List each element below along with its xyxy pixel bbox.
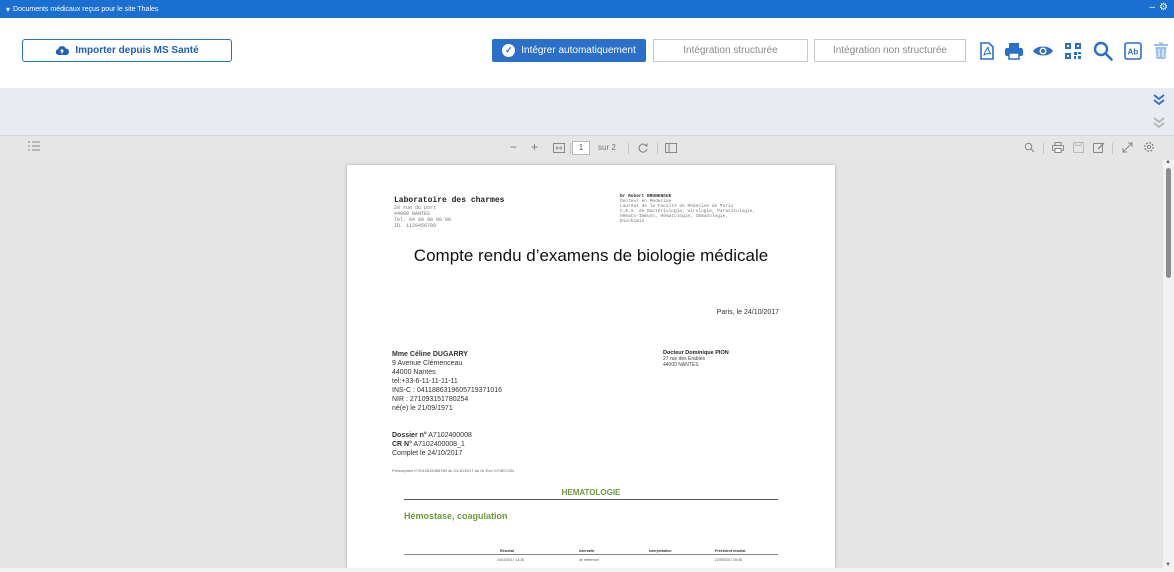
zoom-out-button[interactable]: − xyxy=(510,140,517,154)
table-divider xyxy=(404,554,778,555)
lab-address-line: ID. 1120456789 xyxy=(394,223,437,229)
page-view-icon[interactable] xyxy=(665,143,677,155)
toolbar-separator xyxy=(570,143,571,154)
patient-ins: INS-C : 0411886319605719371016 xyxy=(392,387,503,394)
title-bar: ▾ Documents médicaux reçus pour le site … xyxy=(0,0,1174,18)
cr-value: A7102400008_1 xyxy=(411,441,465,448)
window-title: Documents médicaux reçus pour le site Th… xyxy=(13,5,159,13)
page-total-label: sur 2 xyxy=(598,143,616,152)
table-header-precedent: Précédent résultat xyxy=(715,549,746,553)
viewer-settings-icon[interactable] xyxy=(1143,141,1155,155)
rotate-icon[interactable] xyxy=(637,142,649,156)
scroll-up-icon[interactable]: ▲ xyxy=(1165,159,1171,165)
table-header-intervalle: Intervalle xyxy=(579,549,595,553)
section-divider xyxy=(404,499,778,500)
settings-icon[interactable]: ⚙ xyxy=(1159,2,1168,14)
viewer-search-icon[interactable] xyxy=(1024,142,1035,155)
dossier-label: Dossier n° xyxy=(392,432,427,439)
patient-address: 9 Avenue Clémenceau xyxy=(392,360,463,367)
print-icon[interactable] xyxy=(1003,40,1025,62)
dossier-value: A7102400008 xyxy=(426,432,472,439)
lab-address: 28 rue du port 44000 NANTES Tel. 04 00 0… xyxy=(394,205,451,229)
integrate-unstructured-button[interactable]: Intégration non structurée xyxy=(814,39,966,62)
pdf-icon[interactable] xyxy=(976,40,998,62)
lab-name: Laboratoire des charmes xyxy=(394,196,505,205)
import-label: Importer depuis MS Santé xyxy=(75,45,199,56)
vertical-scrollbar[interactable]: ▲ ▼ xyxy=(1163,159,1174,568)
fullscreen-icon[interactable] xyxy=(1122,142,1133,155)
pdf-viewer-toolbar: − + 1 sur 2 xyxy=(0,135,1174,160)
integrate-auto-label: Intégrer automatiquement xyxy=(521,45,636,56)
patient-nir: NIR : 271093151780254 xyxy=(392,396,469,403)
viewer-annotate-icon[interactable] xyxy=(1093,142,1105,155)
pdf-viewer-canvas[interactable]: Laboratoire des charmes 28 rue du port 4… xyxy=(20,160,1163,568)
doctor-header-line: Biochimie xyxy=(620,219,645,224)
app-window: ▾ Documents médicaux reçus pour le site … xyxy=(0,0,1174,572)
patient-block: Mme Céline DUGARRY 9 Avenue Clémenceau 4… xyxy=(392,350,502,413)
document-date: Paris, le 24/10/2017 xyxy=(716,309,779,316)
toolbar: Importer depuis MS Santé ✓ Intégrer auto… xyxy=(0,18,1174,88)
scrollbar-thumb[interactable] xyxy=(1166,168,1171,278)
table-cell-resultat-date: 24/10/2017 14:30 xyxy=(497,558,525,562)
import-ms-sante-button[interactable]: Importer depuis MS Santé xyxy=(22,39,232,62)
table-cell-precedent-date: 22/09/2017 09:45 xyxy=(715,558,743,562)
section-hemostase: Hémostase, coagulation xyxy=(404,511,508,521)
page-number-input[interactable]: 1 xyxy=(572,141,590,155)
minimize-button[interactable]: – xyxy=(1149,2,1155,14)
dossier-block: Dossier n° A7102400008 CR N° A7102400008… xyxy=(392,431,472,458)
trash-icon[interactable] xyxy=(1150,40,1172,62)
patient-tel: tel:+33-6-11-11-11-11 xyxy=(392,378,458,385)
eye-icon[interactable] xyxy=(1032,40,1054,62)
doctor-header: Dr Robert BRUNENGUE Docteur en Médecine … xyxy=(620,194,785,224)
table-header-interpretation: Interprétation xyxy=(649,549,672,553)
ab-text-icon[interactable]: Ab xyxy=(1122,40,1144,62)
qr-code-icon[interactable] xyxy=(1062,40,1084,62)
patient-city: 44000 Nantes xyxy=(392,369,436,376)
outline-toggle-icon[interactable] xyxy=(28,141,40,153)
viewer-print-icon[interactable] xyxy=(1052,142,1064,155)
document-page: Laboratoire des charmes 28 rue du port 4… xyxy=(347,165,835,568)
toolbar-separator xyxy=(657,143,658,154)
cloud-upload-icon xyxy=(56,46,70,55)
window-icon: ▾ xyxy=(6,4,11,14)
document-title: Compte rendu d’examens de biologie médic… xyxy=(413,246,769,265)
integrate-auto-button[interactable]: ✓ Intégrer automatiquement xyxy=(492,39,646,62)
section-hematologie: HEMATOLOGIE xyxy=(561,488,621,497)
patient-birthdate: né(e) le 21/09/1971 xyxy=(392,405,453,412)
doctor-city: 44000 NANTES xyxy=(663,362,699,368)
integrate-structured-button[interactable]: Intégration structurée xyxy=(653,39,808,62)
table-header-resultat: Résultat xyxy=(500,549,514,553)
patient-name: Mme Céline DUGARRY xyxy=(392,351,468,358)
complet-date: Complet le 24/10/2017 xyxy=(392,450,463,457)
doctor-block: Docteur Dominique PION 27 rue des Erable… xyxy=(663,350,729,368)
svg-text:Ab: Ab xyxy=(1128,48,1139,57)
table-cell-intervalle: de référence xyxy=(579,558,599,562)
zoom-in-button[interactable]: + xyxy=(531,140,538,154)
toolbar-separator xyxy=(1112,143,1113,154)
viewer-gutter xyxy=(0,160,20,568)
prescription-line: Prescription n°2010515456789 du 21/10/20… xyxy=(392,468,514,473)
fit-page-icon[interactable] xyxy=(553,143,565,155)
toolbar-separator xyxy=(628,143,629,154)
toolbar-separator xyxy=(1043,143,1044,154)
cr-label: CR N° xyxy=(392,441,412,448)
search-icon[interactable] xyxy=(1092,40,1114,62)
panel-strip xyxy=(0,88,1174,135)
collapse-chevron-icon[interactable] xyxy=(1152,116,1166,133)
scroll-down-icon[interactable]: ▼ xyxy=(1165,562,1171,568)
viewer-save-icon[interactable] xyxy=(1073,142,1084,155)
check-circle-icon: ✓ xyxy=(502,44,516,57)
expand-chevron-icon[interactable] xyxy=(1152,93,1166,110)
